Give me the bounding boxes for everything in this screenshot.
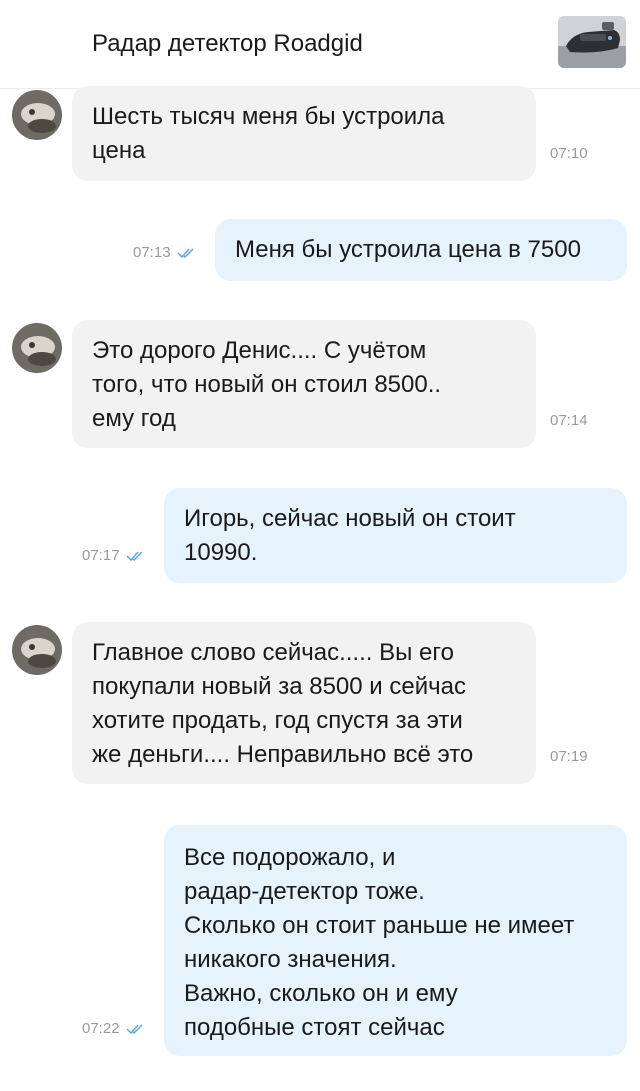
message-text: Шесть тысяч меня бы устроила цена [92,103,445,164]
sender-avatar[interactable] [12,90,62,140]
radar-detector-photo-icon [558,16,626,68]
chat-title[interactable]: Радар детектор Roadgid [92,30,363,58]
sender-avatar[interactable] [12,323,62,373]
chat-header: Радар детектор Roadgid [0,0,640,89]
message-meta: 07:13 [133,244,197,261]
outgoing-message[interactable]: Все подорожало, и радар-детектор тоже. С… [164,825,627,1056]
sender-avatar[interactable] [12,625,62,675]
message-text: Меня бы устроила цена в 7500 [235,236,581,263]
outgoing-message[interactable]: Игорь, сейчас новый он стоит 10990. [164,488,627,583]
message-text: Игорь, сейчас новый он стоит 10990. [184,505,516,566]
message-text: Это дорого Денис.... С учётом того, что … [92,337,442,432]
message-time: 07:14 [550,412,588,429]
outgoing-message[interactable]: Меня бы устроила цена в 7500 [215,219,627,281]
incoming-message[interactable]: Главное слово сейчас..... Вы его покупал… [72,622,536,784]
message-time: 07:19 [550,748,588,765]
incoming-message[interactable]: Шесть тысяч меня бы устроила цена [72,86,536,181]
message-meta: 07:22 [82,1020,146,1037]
product-thumbnail[interactable] [558,16,626,68]
avatar-photo-icon [12,90,62,140]
avatar-photo-icon [12,323,62,373]
read-checkmarks-icon [126,1023,143,1034]
message-time: 07:22 [82,1020,120,1037]
message-time: 07:10 [550,145,588,162]
read-checkmarks-icon [177,247,194,258]
message-meta: 07:17 [82,547,146,564]
message-text: Главное слово сейчас..... Вы его покупал… [92,639,474,768]
message-time: 07:13 [133,244,171,261]
message-text: Все подорожало, и радар-детектор тоже. С… [184,844,575,1041]
incoming-message[interactable]: Это дорого Денис.... С учётом того, что … [72,320,536,448]
message-time: 07:17 [82,547,120,564]
avatar-photo-icon [12,625,62,675]
read-checkmarks-icon [126,550,143,561]
